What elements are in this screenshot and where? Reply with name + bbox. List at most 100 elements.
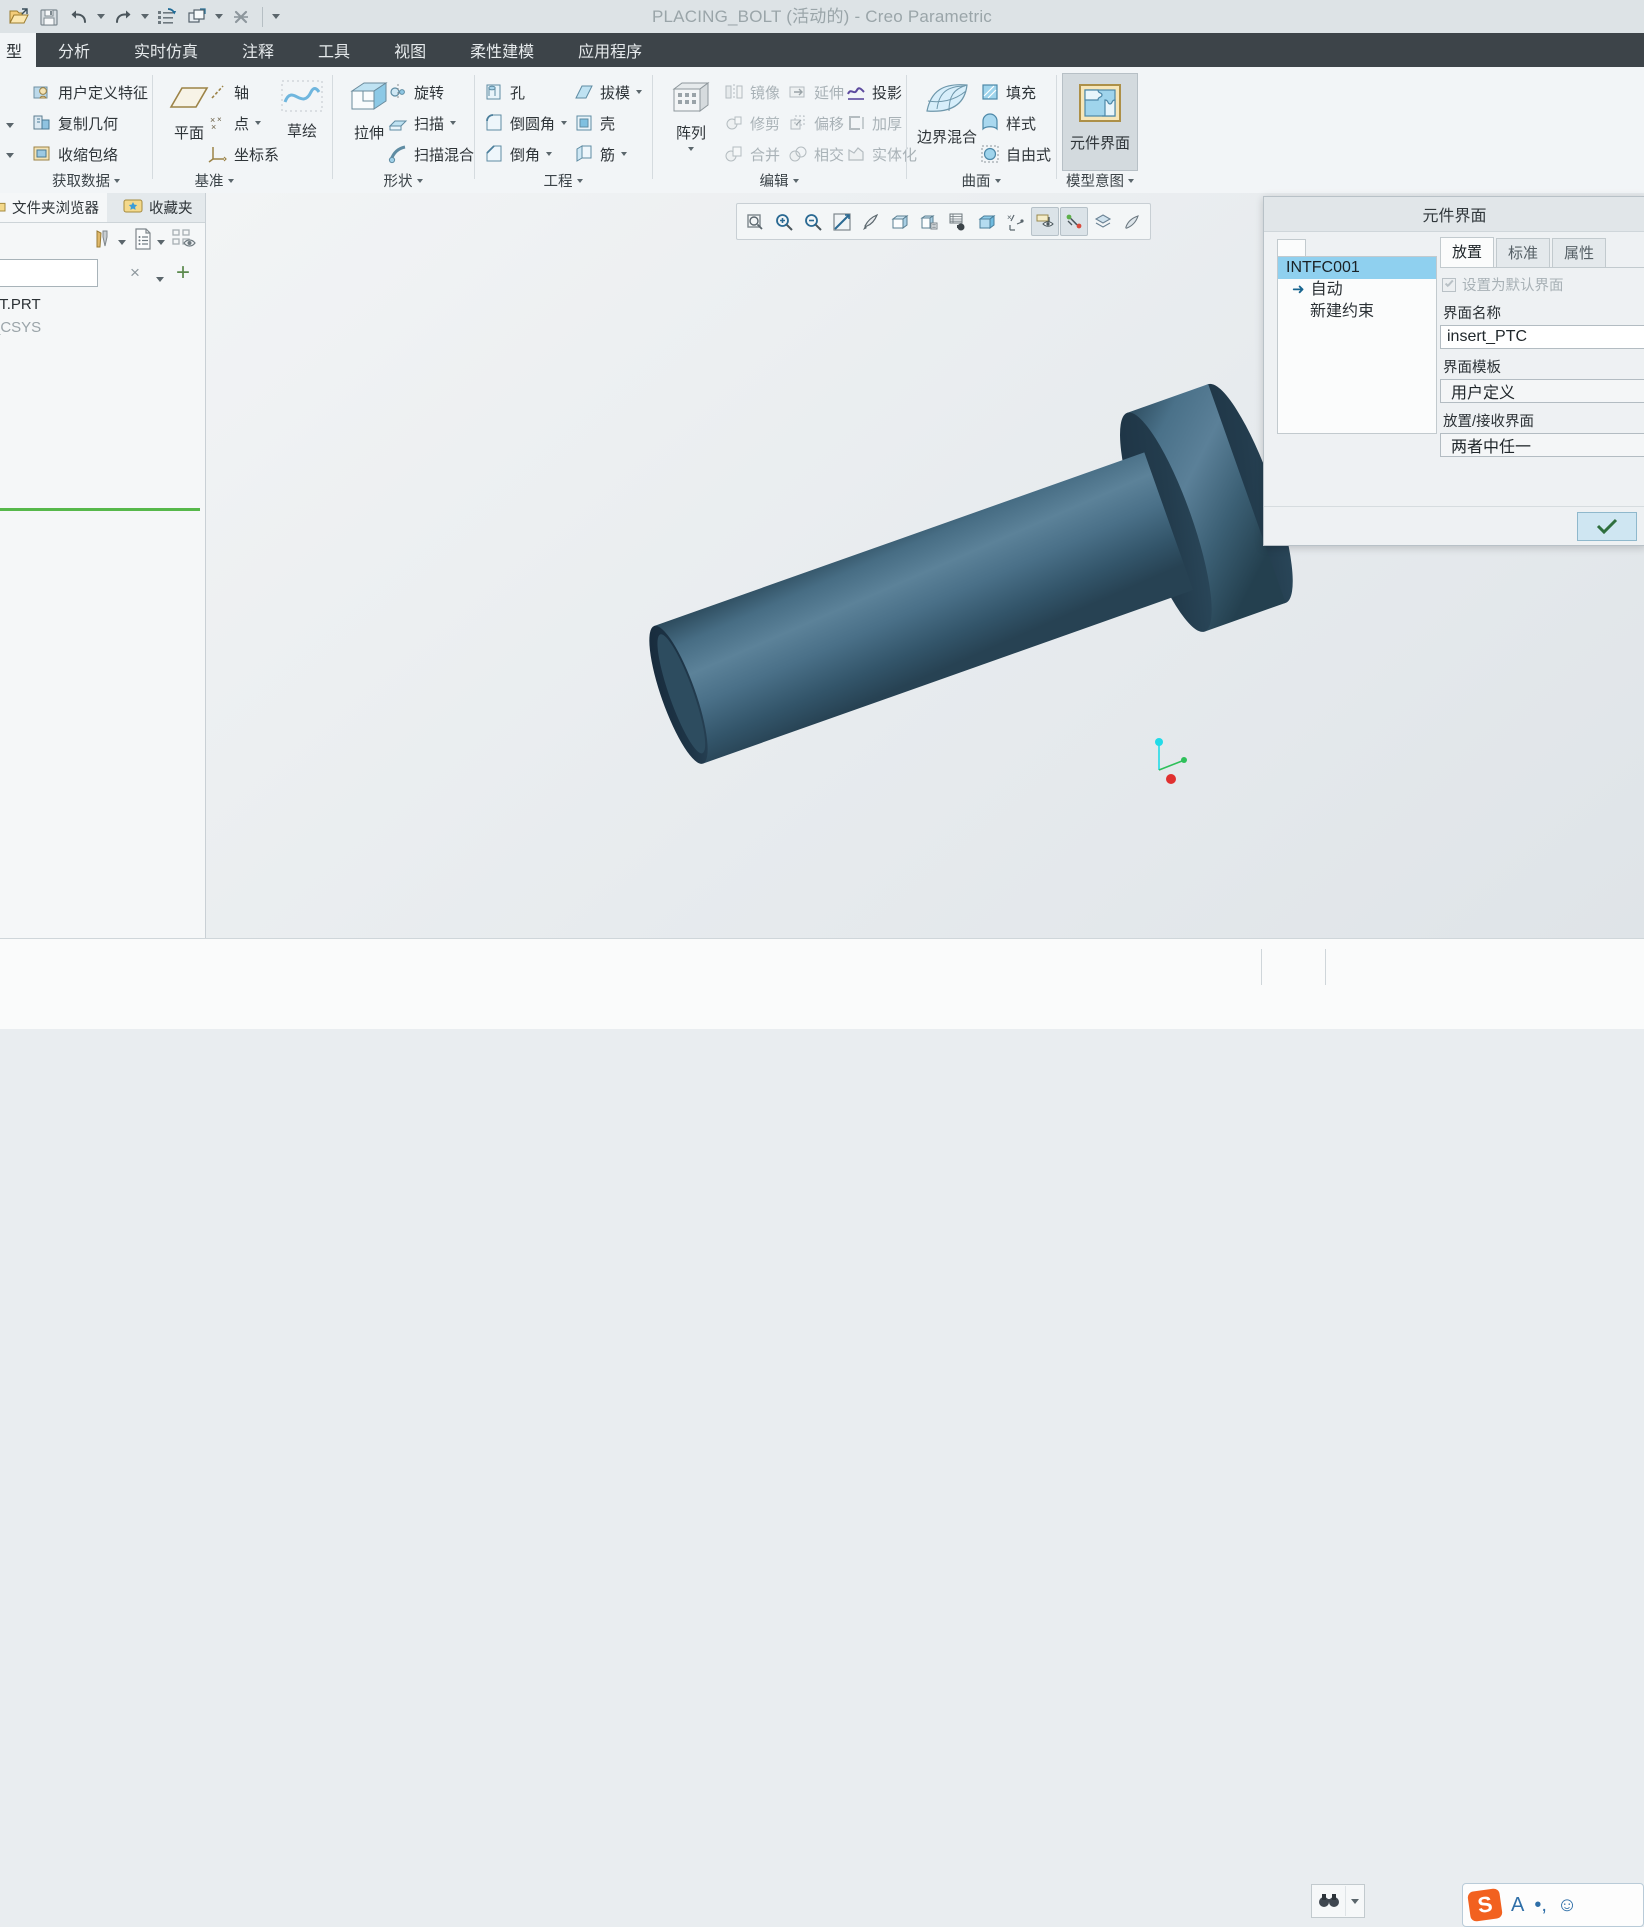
window-dropdown-icon[interactable] — [212, 3, 226, 31]
list-icon[interactable] — [132, 227, 154, 256]
ribbon-item-sketch[interactable]: 草绘 — [271, 79, 333, 141]
ribbon-item-point[interactable]: × × × 点 — [208, 108, 262, 138]
display-style-icon[interactable] — [886, 207, 914, 236]
sidebar-tab-folder-browser[interactable]: 文件夹浏览器 — [0, 193, 107, 222]
tab-applications[interactable]: 应用程序 — [556, 33, 664, 67]
perspective-icon[interactable] — [973, 207, 1001, 236]
ribbon-item-pattern[interactable]: 阵列 — [662, 77, 720, 151]
zoom-in-icon[interactable] — [770, 207, 798, 236]
rib-dropdown-icon[interactable] — [621, 152, 628, 156]
round-dropdown-icon[interactable] — [561, 121, 568, 125]
ribbon-group-label[interactable]: 编辑 — [656, 170, 902, 191]
appearance-icon[interactable] — [1118, 207, 1146, 236]
save-icon[interactable] — [34, 3, 64, 31]
ribbon-item-project[interactable]: 投影 — [846, 77, 902, 107]
tab-tools[interactable]: 工具 — [296, 33, 372, 67]
tab-view[interactable]: 视图 — [372, 33, 448, 67]
tools-dropdown-icon[interactable] — [118, 232, 126, 250]
find-button[interactable] — [1311, 1884, 1365, 1918]
ribbon-item-round[interactable]: 倒圆角 — [484, 108, 568, 138]
close-window-icon[interactable] — [226, 3, 256, 31]
saved-orientations-icon[interactable] — [915, 207, 943, 236]
undo-dropdown-icon[interactable] — [94, 3, 108, 31]
ribbon-group-label[interactable]: 基准 — [156, 170, 272, 191]
interface-list[interactable]: INTFC001 ➜ 自动 新建约束 — [1277, 256, 1437, 434]
ime-mode-icon[interactable]: A — [1511, 1894, 1524, 1917]
chamfer-dropdown-icon[interactable] — [546, 152, 553, 156]
datum-display-icon[interactable]: × — [1002, 207, 1030, 236]
layer-icon[interactable] — [1089, 207, 1117, 236]
interface-list-item-selected[interactable]: INTFC001 — [1278, 257, 1436, 279]
zoom-box-icon[interactable] — [741, 207, 769, 236]
search-add-icon[interactable]: + — [176, 259, 190, 287]
undo-icon[interactable] — [64, 3, 94, 31]
search-input[interactable] — [0, 259, 98, 287]
customize-qat-icon[interactable] — [269, 3, 283, 31]
ribbon-item-sweep[interactable]: 扫描 — [388, 108, 457, 138]
ribbon-item-swept-blend[interactable]: 扫描混合 — [388, 139, 474, 169]
find-dropdown-icon[interactable] — [1345, 1886, 1364, 1916]
redo-dropdown-icon[interactable] — [138, 3, 152, 31]
zoom-out-icon[interactable] — [799, 207, 827, 236]
ribbon-item-axis[interactable]: 轴 — [208, 77, 249, 107]
dialog-tab-placement[interactable]: 放置 — [1440, 237, 1495, 267]
component-interface-dialog[interactable]: 元件界面 INTFC001 ➜ 自动 新建约束 放置 标准 属性 设置为默认界面… — [1263, 196, 1644, 546]
ribbon-group-label[interactable]: 曲面 — [910, 170, 1052, 191]
tools-icon[interactable] — [91, 227, 115, 256]
tab-flexible-modeling[interactable]: 柔性建模 — [448, 33, 556, 67]
ribbon-group-label[interactable]: 工程 — [478, 170, 648, 191]
repaint-icon[interactable] — [857, 207, 885, 236]
tab-analysis[interactable]: 分析 — [36, 33, 112, 67]
view-manager-icon[interactable] — [944, 207, 972, 236]
redo-icon[interactable] — [108, 3, 138, 31]
refit-icon[interactable] — [828, 207, 856, 236]
sweep-dropdown-icon[interactable] — [450, 121, 457, 125]
open-icon[interactable] — [4, 3, 34, 31]
interface-template-combo[interactable]: 用户定义 — [1440, 379, 1644, 403]
ribbon-item-shell[interactable]: 壳 — [574, 108, 615, 138]
dialog-ok-button[interactable] — [1577, 511, 1637, 541]
hide-tree-icon[interactable] — [171, 227, 197, 256]
ribbon-item-copy-geometry[interactable]: 复制几何 — [32, 108, 118, 138]
ribbon-group-label[interactable]: 获取数据 — [24, 170, 148, 191]
ribbon-item-shrinkwrap[interactable]: 收缩包络 — [32, 139, 118, 169]
ribbon-item-component-interface[interactable]: 元件界面 — [1062, 73, 1138, 171]
ribbon-item-fill[interactable]: 填充 — [980, 77, 1036, 107]
tab-live-simulation[interactable]: 实时仿真 — [112, 33, 220, 67]
ime-punct-icon[interactable]: •, — [1534, 1894, 1547, 1917]
ribbon-item-csys[interactable]: 坐标系 — [208, 139, 279, 169]
ribbon-item-hole[interactable]: 孔 — [484, 77, 525, 107]
tree-item-part[interactable]: LT.PRT — [0, 293, 205, 316]
dialog-tab-properties[interactable]: 属性 — [1552, 238, 1607, 267]
ribbon-overflow-caret-2[interactable] — [6, 145, 14, 163]
spin-center-icon[interactable] — [1060, 207, 1088, 236]
search-clear-icon[interactable]: × — [130, 263, 140, 283]
tree-item-csys[interactable]: _CSYS — [0, 316, 205, 339]
point-dropdown-icon[interactable] — [255, 121, 262, 125]
placement-receiving-combo[interactable]: 两者中任一 — [1440, 433, 1644, 457]
ribbon-item-rib[interactable]: 筋 — [574, 139, 628, 169]
pattern-dropdown-icon[interactable] — [688, 147, 694, 151]
annotation-display-icon[interactable] — [1031, 207, 1059, 236]
window-icon[interactable] — [182, 3, 212, 31]
interface-list-item-auto[interactable]: ➜ 自动 — [1278, 279, 1436, 301]
interface-list-item-new-constraint[interactable]: 新建约束 — [1278, 301, 1436, 323]
ribbon-item-style[interactable]: 样式 — [980, 108, 1036, 138]
regenerate-icon[interactable] — [152, 3, 182, 31]
ime-emoji-icon[interactable]: ☺ — [1557, 1894, 1577, 1917]
search-dropdown-icon[interactable] — [156, 269, 164, 287]
tab-model[interactable]: 型 — [0, 33, 36, 67]
ribbon-item-freestyle[interactable]: 自由式 — [980, 139, 1051, 169]
ribbon-overflow-caret-1[interactable] — [6, 115, 14, 133]
ribbon-item-udf[interactable]: 用户定义特征 — [32, 77, 148, 107]
list-dropdown-icon[interactable] — [157, 232, 165, 250]
ribbon-item-draft[interactable]: 拔模 — [574, 77, 643, 107]
interface-name-input[interactable]: insert_PTC — [1440, 325, 1644, 349]
ribbon-item-revolve[interactable]: 旋转 — [388, 77, 444, 107]
tab-annotate[interactable]: 注释 — [220, 33, 296, 67]
dialog-tab-standard[interactable]: 标准 — [1496, 238, 1551, 267]
ribbon-item-boundary-blend[interactable]: 边界混合 — [910, 79, 984, 147]
draft-dropdown-icon[interactable] — [636, 90, 643, 94]
sidebar-tab-favorites[interactable]: 收藏夹 — [115, 193, 201, 222]
ribbon-item-chamfer[interactable]: 倒角 — [484, 139, 553, 169]
